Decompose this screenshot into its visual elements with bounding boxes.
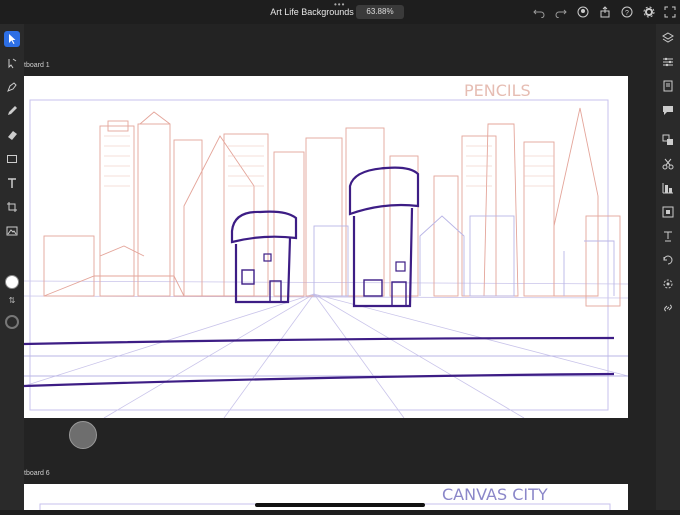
gear-icon[interactable] (643, 6, 655, 18)
crop-tool[interactable] (4, 199, 20, 215)
artboard-1[interactable]: PENCILS (23, 76, 629, 419)
pen-tool[interactable] (4, 79, 20, 95)
artboard-label[interactable]: tboard 6 (24, 470, 50, 477)
repeat-icon[interactable] (662, 254, 674, 266)
touch-modifier-button[interactable] (69, 421, 97, 449)
properties-icon[interactable] (662, 56, 674, 68)
sketch-text: CANVAS CITY (442, 485, 548, 504)
fit-screen-icon[interactable] (664, 6, 676, 18)
direct-select-tool[interactable] (4, 55, 20, 71)
zoom-level[interactable]: 63.88% (356, 5, 404, 19)
select-tool[interactable] (4, 31, 20, 47)
eraser-tool[interactable] (4, 127, 20, 143)
cursor-arrow-icon (9, 34, 16, 44)
document-title[interactable]: Art Life Backgrounds (270, 7, 354, 17)
link-icon[interactable] (662, 302, 674, 314)
libraries-icon[interactable] (662, 80, 674, 92)
type-tool[interactable] (4, 175, 20, 191)
right-toolbar (656, 24, 680, 510)
top-bar: ••• Art Life Backgrounds 63.88% ? (0, 0, 680, 24)
pencil-icon (8, 106, 17, 115)
svg-text:?: ? (625, 10, 629, 17)
swap-colors-icon[interactable]: ⇅ (5, 296, 19, 306)
cut-icon[interactable] (662, 158, 674, 170)
arrange-icon[interactable] (662, 134, 674, 146)
redo-icon[interactable] (555, 6, 567, 18)
pen-icon (7, 82, 17, 92)
type-icon (8, 178, 16, 188)
image-icon (6, 226, 18, 236)
layers-icon[interactable] (662, 32, 674, 44)
eraser-icon (8, 131, 17, 140)
fill-color-swatch[interactable] (5, 275, 19, 289)
text-format-icon[interactable] (662, 230, 674, 242)
home-indicator (255, 503, 425, 507)
comments-icon[interactable] (662, 104, 674, 116)
left-toolbar: ⇅ (0, 24, 24, 510)
shape-tool[interactable] (4, 151, 20, 167)
help-icon[interactable]: ? (621, 6, 633, 18)
pencil-tool[interactable] (4, 103, 20, 119)
sketch-text: PENCILS (464, 81, 531, 100)
city-sketch: PENCILS (23, 81, 629, 419)
canvas-area[interactable]: tboard 1 PENCILS tboard 6 CANVAS CITY (23, 24, 656, 515)
effects-icon[interactable] (662, 278, 674, 290)
undo-icon[interactable] (533, 6, 545, 18)
crop-icon (7, 202, 17, 212)
direct-select-icon (8, 58, 17, 69)
stroke-color-swatch[interactable] (5, 315, 19, 329)
image-tool[interactable] (4, 223, 20, 239)
artboard-label[interactable]: tboard 1 (24, 62, 50, 69)
share-icon[interactable] (599, 6, 611, 18)
transform-icon[interactable] (662, 206, 674, 218)
align-icon[interactable] (662, 182, 674, 194)
rectangle-icon (7, 155, 17, 163)
user-icon[interactable] (577, 6, 589, 18)
